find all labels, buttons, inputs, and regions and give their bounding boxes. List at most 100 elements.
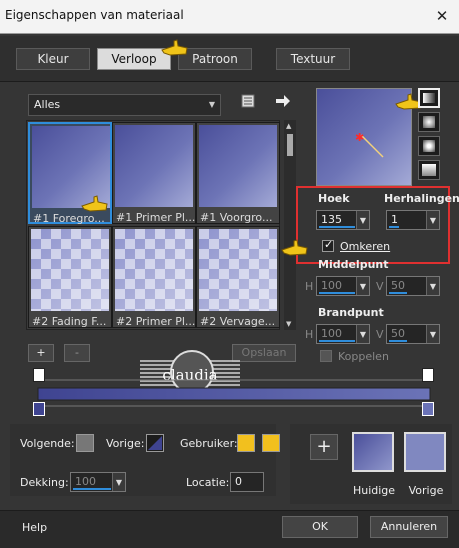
angle-value: 135 <box>321 213 342 226</box>
following-swatch[interactable] <box>76 434 94 452</box>
current-swatch[interactable] <box>352 432 394 472</box>
gradient-thumbnail <box>115 125 193 207</box>
focal-v-value: 50 <box>391 327 405 340</box>
scroll-down-icon[interactable]: ▼ <box>286 320 291 328</box>
previous-label: Vorige: <box>106 437 145 450</box>
save-button[interactable]: Opslaan <box>232 344 296 362</box>
list-item[interactable]: #2 Primer Pl... <box>112 226 196 328</box>
hand-pointer-icon <box>81 195 108 212</box>
category-value: Alles <box>34 98 61 111</box>
focal-h-stepper[interactable]: 100 ▼ <box>316 324 370 344</box>
angle-label: Hoek <box>318 192 350 205</box>
center-h-value: 100 <box>321 279 342 292</box>
user-label: Gebruiker: <box>180 437 238 450</box>
invert-checkbox[interactable]: ✓ <box>322 238 334 252</box>
color-stop-left[interactable] <box>33 402 45 416</box>
window-title: Eigenschappen van materiaal <box>5 8 184 22</box>
link-checkbox[interactable] <box>320 350 332 362</box>
linear-gradient-icon[interactable] <box>418 88 440 108</box>
center-label: Middelpunt <box>318 258 389 271</box>
scrollbar-thumb[interactable] <box>287 134 293 156</box>
gradient-thumbnail <box>199 229 277 311</box>
library-scrollbar[interactable]: ▲ ▼ <box>284 120 296 330</box>
center-h-label: H <box>305 280 314 293</box>
angle-stepper[interactable]: 135 ▼ <box>316 210 370 230</box>
close-button[interactable]: ✕ <box>428 5 456 27</box>
repeats-stepper[interactable]: 1 ▼ <box>386 210 440 230</box>
previous-swatch-icon[interactable] <box>146 434 164 452</box>
svg-text:✱: ✱ <box>355 131 364 144</box>
opacity-label: Dekking: <box>20 476 69 489</box>
chevron-down-icon[interactable]: ▼ <box>356 211 369 229</box>
focal-h-value: 100 <box>321 327 342 340</box>
sunburst-gradient-icon[interactable] <box>418 160 440 180</box>
location-value: 0 <box>235 475 242 488</box>
color-stop-right[interactable] <box>422 402 434 416</box>
focal-v-label: V <box>376 328 384 341</box>
opacity-value: 100 <box>75 475 96 488</box>
opacity-stop-right[interactable] <box>422 368 434 382</box>
chevron-down-icon[interactable]: ▼ <box>426 277 439 295</box>
chevron-down-icon[interactable]: ▼ <box>356 325 369 343</box>
scroll-up-icon[interactable]: ▲ <box>286 122 291 130</box>
chevron-down-icon[interactable]: ▼ <box>112 473 125 491</box>
repeats-value: 1 <box>391 213 398 226</box>
add-button[interactable]: + <box>28 344 54 362</box>
tab-textuur[interactable]: Textuur <box>276 48 350 70</box>
checkbox-icon: ✓ <box>324 238 334 251</box>
list-item-label: #1 Voorgro... <box>200 211 273 224</box>
add-icon[interactable]: + <box>310 434 338 460</box>
chevron-down-icon[interactable]: ▼ <box>356 277 369 295</box>
radial-gradient-icon[interactable] <box>418 112 440 132</box>
focal-v-stepper[interactable]: 50 ▼ <box>386 324 440 344</box>
previous-swatch-label: Vorige <box>408 484 444 497</box>
user-swatch-1[interactable] <box>237 434 255 452</box>
focal-h-underline <box>319 340 355 342</box>
gradient-thumbnail <box>115 229 193 311</box>
chevron-down-icon[interactable]: ▼ <box>426 211 439 229</box>
user-swatch-2[interactable] <box>262 434 280 452</box>
refresh-icon[interactable] <box>239 92 257 110</box>
repeats-label: Herhalingen <box>384 192 459 205</box>
list-item[interactable]: #1 Primer Pl... <box>112 122 196 224</box>
list-item-label: #2 Vervage... <box>200 315 276 328</box>
center-v-label: V <box>376 280 384 293</box>
ok-button[interactable]: OK <box>282 516 358 538</box>
center-h-stepper[interactable]: 100 ▼ <box>316 276 370 296</box>
focal-h-label: H <box>305 328 314 341</box>
opacity-stepper[interactable]: 100 ▼ <box>70 472 126 492</box>
cancel-button[interactable]: Annuleren <box>370 516 448 538</box>
hand-pointer-icon <box>281 239 308 256</box>
current-label: Huidige <box>352 484 396 497</box>
link-label[interactable]: Koppelen <box>338 350 389 363</box>
chevron-down-icon[interactable]: ▼ <box>426 325 439 343</box>
gradient-thumbnail <box>31 229 109 311</box>
opacity-stop-left[interactable] <box>33 368 45 382</box>
location-field[interactable]: 0 <box>230 472 264 492</box>
gradient-editor[interactable] <box>30 366 440 418</box>
center-h-underline <box>319 292 355 294</box>
category-dropdown[interactable]: Alles ▼ <box>28 94 221 116</box>
list-item-label: #1 Primer Pl... <box>116 211 196 224</box>
remove-button[interactable]: - <box>64 344 90 362</box>
focal-v-underline <box>389 340 407 342</box>
previous-swatch[interactable] <box>404 432 446 472</box>
list-item[interactable]: #2 Vervage... <box>196 226 280 328</box>
list-item[interactable]: #2 Fading F... <box>28 226 112 328</box>
invert-label[interactable]: Omkeren <box>340 240 390 253</box>
help-button[interactable]: Help <box>22 521 47 534</box>
center-v-underline <box>389 292 407 294</box>
following-label: Volgende: <box>20 437 75 450</box>
center-v-value: 50 <box>391 279 405 292</box>
opacity-underline <box>73 488 111 490</box>
list-item[interactable]: #1 Voorgro... <box>196 122 280 224</box>
repeats-underline <box>389 226 399 228</box>
hand-pointer-icon <box>161 39 188 56</box>
center-v-stepper[interactable]: 50 ▼ <box>386 276 440 296</box>
tab-kleur[interactable]: Kleur <box>16 48 90 70</box>
rectangular-gradient-icon[interactable] <box>418 136 440 156</box>
focal-label: Brandpunt <box>318 306 384 319</box>
arrow-right-icon[interactable] <box>274 92 292 110</box>
list-item-label: #2 Fading F... <box>32 315 107 328</box>
list-item-label: #2 Primer Pl... <box>116 315 196 328</box>
